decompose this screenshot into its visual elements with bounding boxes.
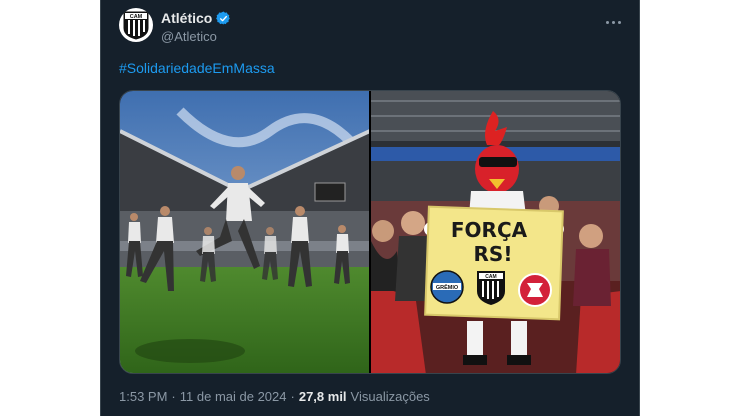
tweet-date[interactable]: 11 de mai de 2024: [180, 389, 287, 404]
tweet-card: CAM Atlético @Atletico #SolidariedadeEmM…: [100, 0, 640, 416]
meta-separator: ·: [290, 389, 295, 404]
tweet-media: FORÇA RS! GRÊMIO CAM: [119, 90, 621, 374]
views-label: Visualizações: [350, 389, 430, 404]
meta-separator: ·: [171, 389, 176, 404]
atletico-crest-icon: CAM: [477, 271, 505, 305]
sign-line-1: FORÇA: [451, 218, 528, 242]
display-name[interactable]: Atlético: [161, 10, 212, 26]
more-options-icon[interactable]: [599, 12, 627, 32]
account-names: Atlético @Atletico: [161, 10, 231, 44]
hashtag-link[interactable]: #SolidariedadeEmMassa: [119, 60, 275, 76]
sign-line-2: RS!: [474, 242, 513, 266]
photo-players-training[interactable]: [120, 91, 369, 373]
avatar[interactable]: CAM: [119, 8, 153, 42]
gremio-crest-label: GRÊMIO: [436, 283, 459, 291]
atletico-crest-icon: CAM: [123, 11, 149, 40]
tweet-header: CAM Atlético @Atletico: [119, 6, 627, 48]
atletico-crest-label: CAM: [485, 274, 496, 280]
photo-mascot-sign[interactable]: FORÇA RS! GRÊMIO CAM: [371, 91, 620, 373]
gremio-crest-icon: GRÊMIO: [430, 270, 464, 304]
tweet-time[interactable]: 1:53 PM: [119, 389, 167, 404]
account-handle[interactable]: @Atletico: [161, 29, 231, 44]
views-count: 27,8 mil: [298, 389, 347, 404]
tweet-meta: 1:53 PM · 11 de mai de 2024 · 27,8 mil V…: [119, 389, 430, 404]
svg-text:CAM: CAM: [130, 14, 143, 20]
verified-badge-icon: [216, 11, 231, 24]
internacional-crest-icon: [518, 273, 552, 307]
